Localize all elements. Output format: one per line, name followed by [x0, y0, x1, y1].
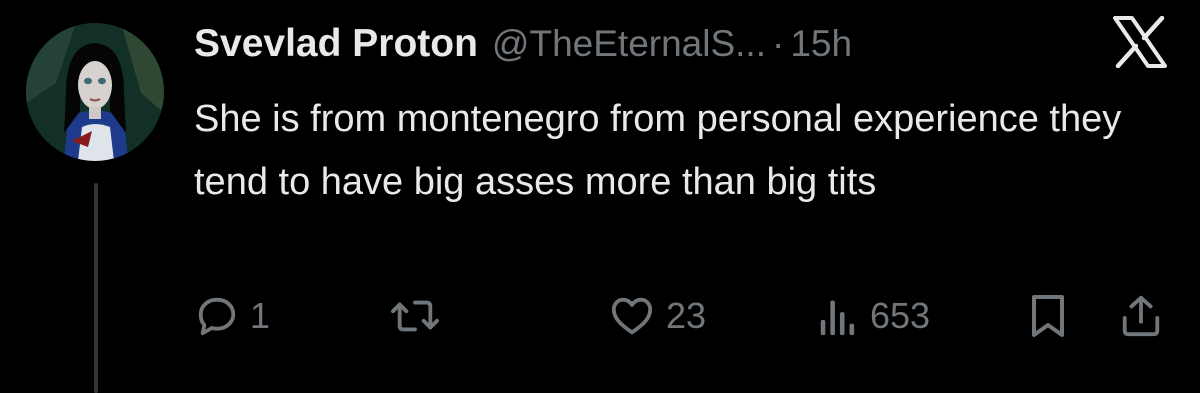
- avatar[interactable]: [26, 23, 164, 161]
- action-bar: 1 23 653: [194, 290, 1184, 342]
- x-logo-icon[interactable]: [1110, 12, 1170, 72]
- reply-icon: [194, 293, 240, 339]
- repost-button[interactable]: [390, 290, 440, 342]
- like-count: 23: [666, 295, 707, 336]
- repost-icon: [390, 293, 440, 339]
- bookmark-button[interactable]: [1026, 290, 1070, 342]
- views-button[interactable]: 653: [816, 290, 930, 342]
- like-button[interactable]: 23: [608, 290, 706, 342]
- post-text: She is from montenegro from personal exp…: [194, 98, 1122, 203]
- share-button[interactable]: [1118, 290, 1164, 342]
- bookmark-icon: [1026, 292, 1070, 340]
- display-name[interactable]: Svevlad Proton: [194, 22, 478, 66]
- reply-button[interactable]: 1: [194, 290, 270, 342]
- views-count: 653: [870, 295, 931, 336]
- thread-line: [94, 183, 98, 393]
- avatar-image: [26, 23, 164, 161]
- separator-dot: ·: [772, 23, 785, 64]
- post-time[interactable]: 15h: [790, 23, 852, 65]
- user-handle[interactable]: @TheEternalS...: [492, 23, 766, 65]
- heart-icon: [608, 293, 656, 339]
- post-header: Svevlad Proton @TheEternalS... · 15h: [194, 22, 852, 78]
- views-icon: [816, 293, 860, 339]
- reply-count: 1: [250, 295, 271, 336]
- share-icon: [1118, 292, 1164, 340]
